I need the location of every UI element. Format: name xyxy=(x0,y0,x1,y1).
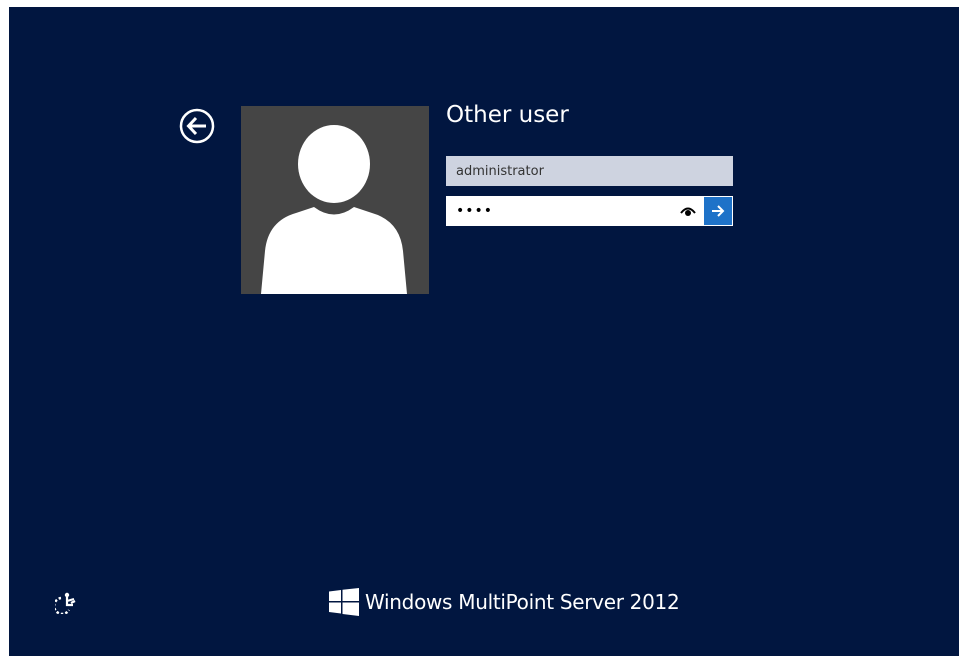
windows-logo-icon xyxy=(329,588,359,616)
username-field[interactable] xyxy=(446,156,733,186)
arrow-right-icon xyxy=(712,205,725,217)
user-silhouette-icon xyxy=(261,125,407,294)
reveal-password-button[interactable] xyxy=(678,201,698,221)
product-branding: Windows MultiPoint Server 2012 xyxy=(329,587,680,617)
submit-button[interactable] xyxy=(704,197,732,225)
user-name-title: Other user xyxy=(446,102,569,128)
back-button[interactable] xyxy=(179,108,215,144)
ease-of-access-icon xyxy=(55,592,76,614)
eye-icon xyxy=(680,207,696,216)
password-field[interactable] xyxy=(447,197,672,225)
back-arrow-circle-icon xyxy=(179,108,215,144)
password-field-container xyxy=(446,196,733,226)
user-avatar xyxy=(241,106,429,294)
ease-of-access-button[interactable] xyxy=(55,590,79,614)
product-name: Windows MultiPoint Server 2012 xyxy=(365,590,680,614)
login-screen: Other user Windo xyxy=(9,7,959,656)
